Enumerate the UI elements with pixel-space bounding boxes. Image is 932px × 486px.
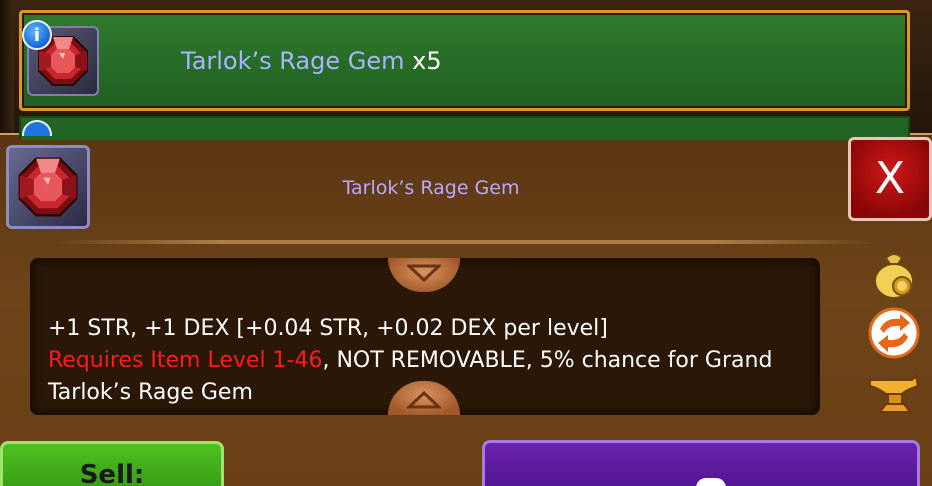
list-item-next[interactable]: [19, 116, 910, 140]
list-item[interactable]: [19, 10, 910, 111]
info-icon[interactable]: i: [22, 20, 52, 50]
anvil-icon[interactable]: [866, 364, 922, 420]
money-bag-icon[interactable]: [866, 246, 922, 302]
sell-label: Sell:: [79, 460, 145, 486]
transmute-icon[interactable]: [866, 305, 922, 361]
list-item-title: Tarlok’s Rage Gem x5: [181, 46, 442, 76]
requirement-text: Requires Item Level 1-46: [48, 348, 323, 373]
stat-bonus-text: +1 STR, +1 DEX [+0.04 STR, +0.02 DEX per…: [48, 316, 608, 341]
button-icon: [696, 478, 726, 486]
close-button[interactable]: X: [848, 137, 932, 221]
detail-title: Tarlok’s Rage Gem: [342, 177, 520, 199]
item-quantity: x5: [412, 47, 442, 75]
divider: [56, 240, 876, 244]
sell-button[interactable]: Sell:: [0, 441, 224, 486]
item-name: Tarlok’s Rage Gem: [181, 47, 405, 75]
red-gem-icon: [6, 145, 90, 229]
list-frame-edge: [0, 0, 14, 135]
